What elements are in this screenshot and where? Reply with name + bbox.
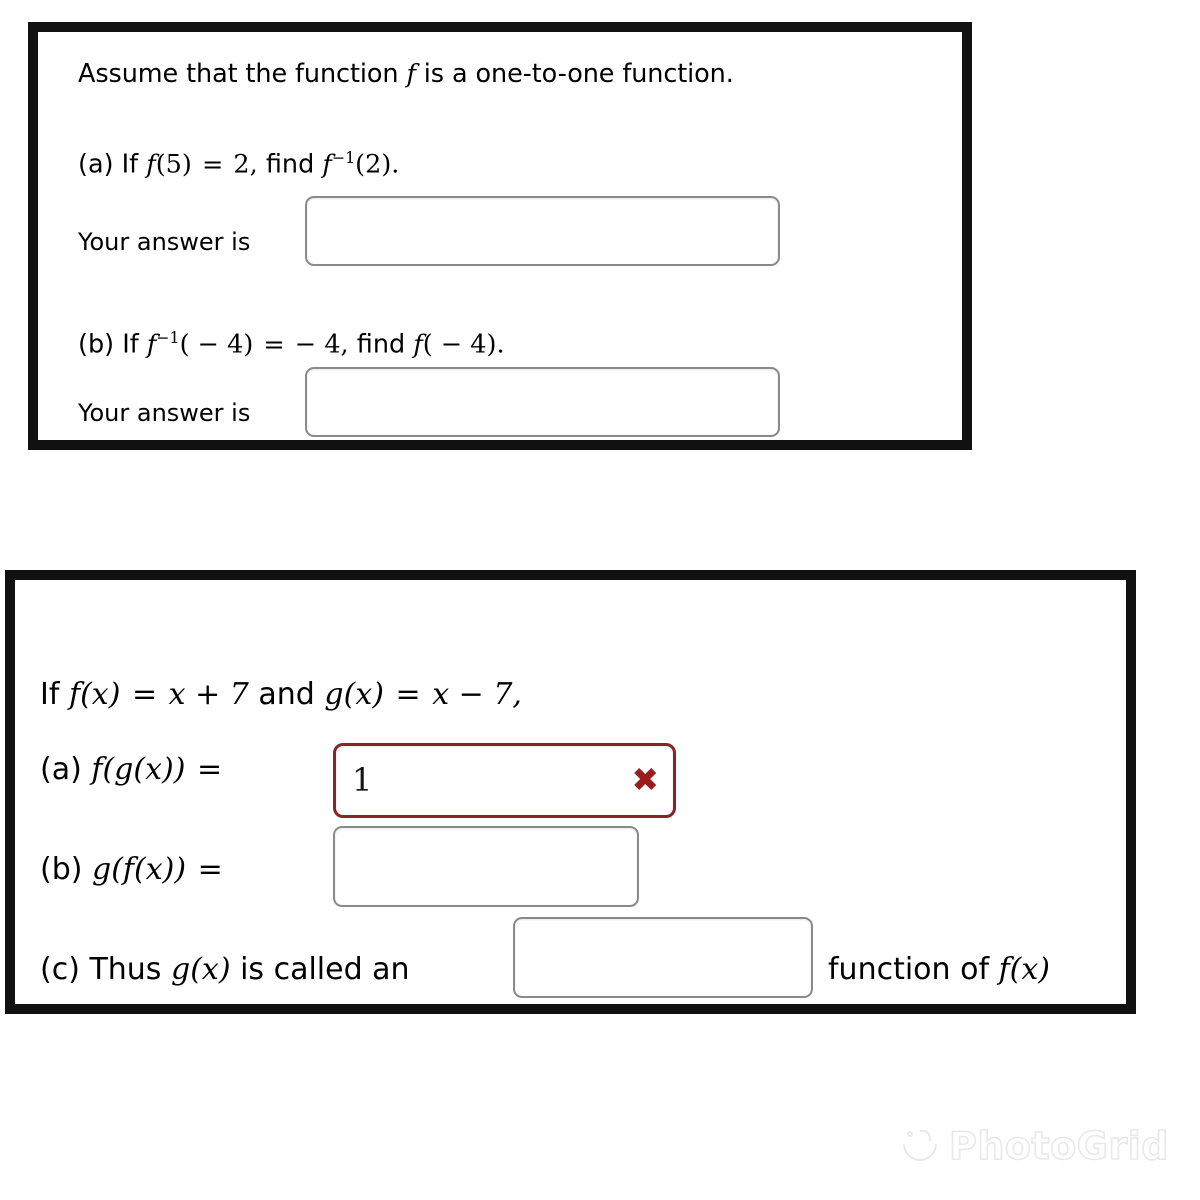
problem-one-title-tail: is a one-to-one function.	[423, 59, 734, 89]
condition-g-function: g	[324, 677, 344, 712]
part-a-label: (a)	[78, 149, 114, 180]
part-a-find-argument: (2).	[355, 149, 400, 180]
part-b-find-word: find	[356, 329, 406, 360]
part-a-given-argument: (5)	[155, 149, 192, 180]
condition-conjunction: and	[258, 677, 315, 712]
p2-part-a-answer-input[interactable]: 1 ✖	[333, 743, 676, 818]
part-b-answer-label: Your answer is	[78, 399, 251, 427]
part-a-equals: =	[201, 149, 224, 180]
part-a-answer-input[interactable]	[305, 196, 780, 266]
condition-g-expression: x − 7,	[432, 677, 522, 712]
p2-part-a-equals: =	[196, 752, 223, 787]
condition-g-argument: (x)	[343, 677, 384, 712]
p2-part-b-answer-input[interactable]	[333, 826, 639, 907]
photogrid-bowl-icon	[903, 1129, 939, 1163]
p2-part-a-outer-function: f	[91, 752, 103, 787]
part-b-inverse-exponent: −1	[156, 328, 180, 347]
condition-f-argument: (x)	[80, 677, 121, 712]
part-b-label: (b)	[78, 329, 115, 360]
part-b-equals: =	[263, 329, 285, 360]
p2-part-c-label: (c)	[40, 952, 80, 987]
problem-two-part-b-prompt: (b) g(f(x)) =	[40, 855, 225, 885]
problem-two-part-c-prompt: (c) Thus g(x) is called an	[40, 955, 410, 985]
part-b-given-argument: ( − 4)	[179, 329, 254, 360]
p2-part-b-composition: (f(x))	[111, 852, 187, 887]
part-b-given-value: − 4,	[294, 329, 349, 360]
photogrid-watermark: PhotoGrid	[903, 1123, 1169, 1169]
condition-equals-2: =	[395, 677, 421, 712]
condition-f-expression: x + 7	[168, 677, 249, 712]
problem-one-part-b-prompt: (b) If f−1( − 4) = − 4, find f( − 4).	[78, 330, 505, 358]
p2-part-c-tail-argument: (x)	[1009, 952, 1050, 987]
problem-one-panel: Assume that the function f is a one-to-o…	[28, 22, 972, 450]
p2-part-a-composition: (g(x))	[102, 752, 186, 787]
p2-part-b-equals: =	[197, 852, 223, 887]
condition-f-function: f	[68, 677, 81, 712]
function-symbol-f: f	[406, 59, 416, 89]
problem-two-condition: If f(x) = x + 7 and g(x) = x − 7,	[40, 680, 522, 710]
p2-part-c-answer-input[interactable]	[513, 917, 813, 998]
part-a-given-function: f	[146, 149, 156, 180]
problem-one-part-a-prompt: (a) If f(5) = 2, find f−1(2).	[78, 150, 399, 178]
problem-two-panel: If f(x) = x + 7 and g(x) = x − 7, (a) f(…	[5, 570, 1136, 1014]
p2-part-c-g-argument: (x)	[190, 952, 231, 987]
part-b-find-argument: ( − 4).	[422, 329, 505, 360]
part-a-inverse-exponent: −1	[331, 148, 356, 167]
p2-part-b-label: (b)	[40, 852, 83, 887]
part-b-find-function: f	[413, 329, 423, 360]
p2-part-b-outer-function: g	[92, 852, 112, 887]
problem-one-title-lead: Assume that the function	[78, 59, 399, 89]
part-b-given-function: f	[146, 329, 157, 360]
p2-part-c-tail-function: f	[998, 952, 1010, 987]
x-mark-icon: ✖	[631, 759, 659, 799]
part-a-find-function: f	[322, 149, 332, 180]
part-a-find-word: find	[265, 149, 315, 180]
photogrid-watermark-text: PhotoGrid	[948, 1123, 1169, 1169]
part-a-answer-label: Your answer is	[78, 228, 251, 256]
part-a-lead: If	[121, 149, 139, 180]
problem-one-title: Assume that the function f is a one-to-o…	[78, 59, 734, 89]
problem-two-part-a-prompt: (a) f(g(x)) =	[40, 755, 224, 785]
p2-part-c-middle: is called an	[240, 952, 410, 987]
p2-part-c-lead: Thus	[89, 952, 162, 987]
part-b-answer-input[interactable]	[305, 367, 780, 437]
p2-part-c-g-function: g	[170, 952, 191, 987]
part-a-given-value: 2,	[233, 149, 258, 180]
condition-equals-1: =	[131, 677, 158, 712]
p2-part-a-answer-value: 1	[352, 760, 373, 799]
problem-two-part-c-tail: function of f(x)	[828, 955, 1050, 985]
p2-part-a-label: (a)	[40, 752, 82, 787]
p2-part-c-tail-text: function of	[828, 952, 990, 987]
condition-lead: If	[40, 677, 60, 712]
part-b-lead: If	[122, 329, 139, 360]
